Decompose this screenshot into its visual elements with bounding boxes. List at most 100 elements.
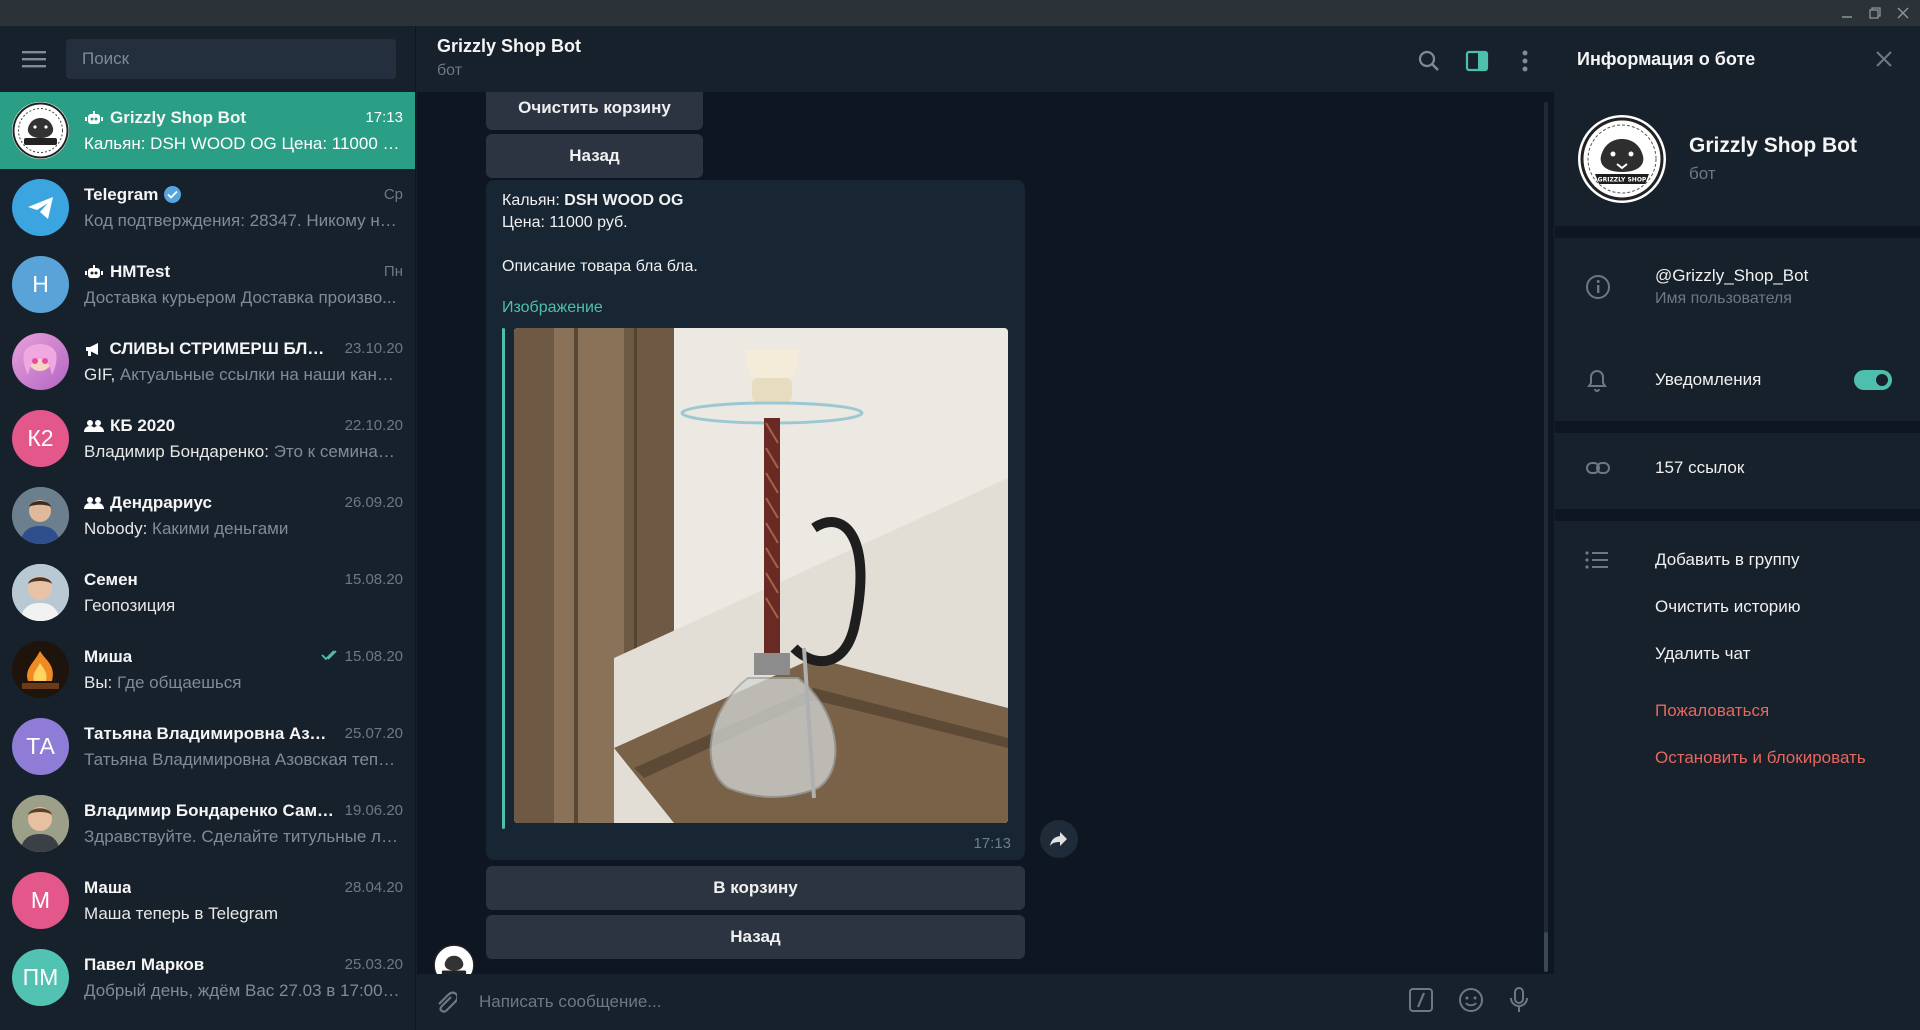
chat-name: СЛИВЫ СТРИМЕРШ БЛОГ...: [109, 338, 337, 358]
chat-item-telegram[interactable]: Telegram Ср Код подтверждения: 28347. Ни…: [0, 169, 415, 246]
chat-item-masha[interactable]: М Маша 28.04.20 Маша теперь в Telegram: [0, 862, 415, 939]
back-button-top[interactable]: Назад: [486, 134, 703, 178]
chat-item-vladimir[interactable]: Владимир Бондаренко Сама... 19.06.20 Здр…: [0, 785, 415, 862]
toggle-knob: [1874, 372, 1890, 388]
avatar: ТА: [12, 718, 69, 775]
chat-item-kb-2020[interactable]: К2 КБ 2020 22.10.20 Владимир Бондаренко:…: [0, 400, 415, 477]
chat-item-grizzly-shop-bot[interactable]: Grizzly Shop Bot 17:13 Кальян: DSH WOOD …: [0, 92, 415, 169]
clear-history-button[interactable]: Очистить историю: [1655, 597, 1800, 617]
delete-chat-button[interactable]: Удалить чат: [1655, 644, 1750, 664]
avatar: [12, 487, 69, 544]
verified-badge-icon: [164, 186, 182, 203]
message-scrollbar[interactable]: [1544, 102, 1548, 972]
add-to-cart-button[interactable]: В корзину: [486, 866, 1025, 910]
username-row[interactable]: @Grizzly_Shop_Bot Имя пользователя: [1555, 266, 1920, 308]
message-input[interactable]: [479, 992, 1408, 1012]
group-icon: [84, 419, 106, 433]
restore-icon[interactable]: [1864, 2, 1886, 24]
bot-commands-icon[interactable]: [1408, 987, 1434, 1018]
bell-icon: [1585, 367, 1641, 393]
chat-name: Павел Марков: [84, 954, 205, 974]
microphone-icon[interactable]: [1508, 986, 1530, 1019]
logo-text: GRIZZLY SHOP: [1598, 177, 1647, 184]
chat-preview: Владимир Бондаренко: Это к семинара...: [84, 439, 403, 465]
add-to-group-button[interactable]: Добавить в группу: [1655, 550, 1799, 570]
emoji-icon[interactable]: [1458, 987, 1484, 1018]
preview-text: Какими деньгами: [147, 518, 289, 538]
conversation-header[interactable]: Grizzly Shop Bot бот: [417, 26, 1554, 92]
side-panel-toggle-icon[interactable]: [1462, 46, 1492, 76]
chat-item-hmtest[interactable]: H HMTest Пн Доставка курьером Доставка п…: [0, 246, 415, 323]
read-checkmarks-icon: [320, 648, 341, 665]
bot-icon: [84, 264, 106, 280]
avatar: [12, 333, 69, 390]
chat-item-tatyana[interactable]: ТА Татьяна Владимировна Азов... 25.07.20…: [0, 708, 415, 785]
back-button-bottom[interactable]: Назад: [486, 915, 1025, 959]
avatar: [12, 102, 69, 159]
message-text: Кальян: DSH WOOD OG Цена: 11000 руб. Опи…: [502, 190, 698, 278]
chat-time: 25.03.20: [344, 956, 403, 973]
minimize-icon[interactable]: [1836, 2, 1858, 24]
hamburger-menu-icon[interactable]: [12, 37, 56, 81]
chat-name: Telegram: [84, 184, 159, 204]
chat-preview: Доставка курьером Доставка произво...: [84, 287, 397, 307]
chat-name: Семен: [84, 569, 138, 589]
info-icon: [1585, 274, 1641, 300]
chat-item-semen[interactable]: Семен 15.08.20 Геопозиция: [0, 554, 415, 631]
stop-and-block-button[interactable]: Остановить и блокировать: [1655, 748, 1866, 768]
chat-preview: Здравствуйте. Сделайте титульные лист...: [84, 826, 403, 846]
username-label: Имя пользователя: [1655, 290, 1792, 307]
chat-item-pavel[interactable]: ПМ Павел Марков 25.03.20 Добрый день, жд…: [0, 939, 415, 1016]
search-input[interactable]: [66, 39, 396, 79]
chat-list-header: [0, 26, 415, 92]
chat-preview: Геопозиция: [84, 595, 176, 615]
preview-text: Это к семинара...: [268, 441, 403, 461]
chat-time: 19.06.20: [344, 802, 403, 819]
group-icon: [84, 496, 106, 510]
avatar-initials: К2: [27, 425, 54, 451]
preview-sender: Владимир Бондаренко:: [84, 441, 269, 461]
close-icon[interactable]: [1870, 45, 1898, 73]
avatar-initials: ПМ: [22, 964, 59, 990]
avatar-initials: М: [30, 887, 51, 913]
preview-text: Актуальные ссылки на наши канал...: [115, 364, 403, 384]
scrollbar-thumb[interactable]: [1544, 932, 1548, 972]
chat-item-channel[interactable]: СЛИВЫ СТРИМЕРШ БЛОГ... 23.10.20 GIF, Акт…: [0, 323, 415, 400]
notifications-row[interactable]: Уведомления: [1555, 367, 1920, 393]
hookah-product-image[interactable]: [514, 328, 1008, 823]
conversation-title: Grizzly Shop Bot: [437, 36, 581, 56]
attach-paperclip-icon[interactable]: [431, 990, 461, 1014]
chat-preview: Код подтверждения: 28347. Никому не ...: [84, 210, 403, 230]
avatar: H: [12, 256, 69, 313]
links-row[interactable]: 157 ссылок: [1555, 458, 1920, 478]
forward-arrow-icon[interactable]: [1040, 820, 1078, 858]
search-icon[interactable]: [1414, 46, 1444, 76]
bot-logo-avatar[interactable]: GRIZZLY SHOP: [1577, 114, 1667, 204]
window-controls: [1836, 2, 1914, 24]
image-link[interactable]: Изображение: [502, 299, 603, 317]
links-count: 157 ссылок: [1655, 458, 1745, 477]
bot-icon: [84, 110, 106, 126]
report-button[interactable]: Пожаловаться: [1655, 701, 1769, 721]
chat-time: 28.04.20: [344, 879, 403, 896]
more-vertical-icon[interactable]: [1510, 46, 1540, 76]
preview-sender: Nobody:: [84, 518, 148, 538]
chat-time: 26.09.20: [344, 494, 403, 511]
avatar: [12, 795, 69, 852]
chat-name: Татьяна Владимировна Азов...: [84, 723, 337, 743]
telegram-logo-avatar: [12, 179, 69, 236]
chat-preview: Кальян: DSH WOOD OG Цена: 11000 ру...: [84, 133, 403, 153]
clear-cart-button[interactable]: Очистить корзину: [486, 92, 703, 130]
chat-time-text: 15.08.20: [344, 648, 403, 665]
close-window-icon[interactable]: [1892, 2, 1914, 24]
section-divider: [1555, 226, 1920, 238]
avatar-initials: ТА: [26, 733, 55, 759]
preview-sender: GIF,: [84, 364, 116, 384]
avatar: М: [12, 872, 69, 929]
chat-time: Пн: [383, 263, 403, 280]
chat-item-dendrarius[interactable]: Дендрариус 26.09.20 Nobody: Какими деньг…: [0, 477, 415, 554]
notifications-toggle[interactable]: [1854, 370, 1892, 390]
preview-sender: Вы:: [84, 672, 113, 692]
chat-item-misha[interactable]: Миша 15.08.20 Вы: Где общаешься: [0, 631, 415, 708]
chat-preview: Маша теперь в Telegram: [84, 903, 279, 923]
